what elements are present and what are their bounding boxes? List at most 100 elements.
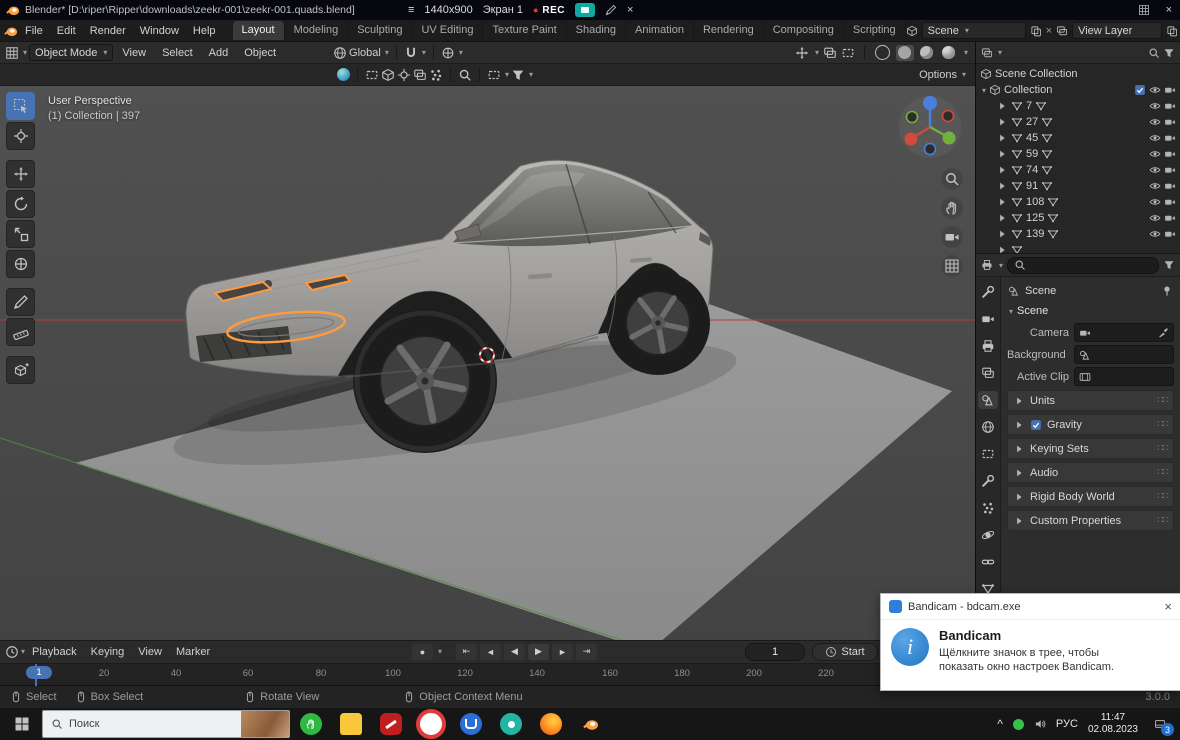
tray-bandicam-icon[interactable] xyxy=(1013,719,1024,730)
tool-move[interactable] xyxy=(6,160,35,188)
xray-toggle-icon[interactable] xyxy=(841,46,855,60)
taskbar-search-input[interactable]: Поиск xyxy=(42,710,290,738)
hide-eye-icon[interactable] xyxy=(1149,228,1161,240)
menu-window[interactable]: Window xyxy=(133,23,186,39)
toggle-d-icon[interactable] xyxy=(413,68,427,82)
hide-eye-icon[interactable] xyxy=(1149,100,1161,112)
tab-particle-properties[interactable] xyxy=(978,499,998,517)
render-camera-icon[interactable] xyxy=(1164,132,1176,144)
add-view-layer-icon[interactable] xyxy=(1166,25,1178,37)
tab-physics-properties[interactable] xyxy=(978,526,998,544)
hide-eye-icon[interactable] xyxy=(1149,180,1161,192)
scene-browse-icon[interactable] xyxy=(906,25,918,37)
show-overlays-icon[interactable] xyxy=(823,46,837,60)
timeline-ruler[interactable]: 20 40 60 80 100 120 140 160 180 200 220 … xyxy=(0,663,975,686)
zoom-icon[interactable] xyxy=(941,168,963,190)
render-camera-icon[interactable] xyxy=(1164,180,1176,192)
taskbar-notepad-icon[interactable] xyxy=(452,708,490,740)
tab-scene-properties[interactable] xyxy=(978,391,998,409)
play-reverse-button[interactable]: ◀ xyxy=(504,644,525,660)
taskbar-whatsapp-icon[interactable] xyxy=(292,708,330,740)
toggle-c-icon[interactable] xyxy=(397,68,411,82)
menu-add[interactable]: Add xyxy=(202,45,236,61)
tab-uv-editing[interactable]: UV Editing xyxy=(412,21,483,40)
jump-to-end-button[interactable]: ⇥ xyxy=(576,644,597,660)
panel-audio[interactable]: Audio ∷∷ xyxy=(1007,462,1174,483)
shading-rendered-icon[interactable] xyxy=(940,45,958,61)
outliner-editor-icon[interactable] xyxy=(981,47,993,59)
taskbar-filezilla-icon[interactable] xyxy=(372,708,410,740)
hide-eye-icon[interactable] xyxy=(1149,116,1161,128)
hide-eye-icon[interactable] xyxy=(1149,84,1161,96)
scene-section-header[interactable]: ▾ Scene xyxy=(1005,301,1176,321)
panel-gravity[interactable]: Gravity ∷∷ xyxy=(1007,414,1174,435)
panel-grip-icon[interactable]: ∷∷ xyxy=(1157,491,1168,502)
disclosure-arrow-icon[interactable] xyxy=(996,116,1008,128)
next-keyframe-button[interactable]: ► xyxy=(552,644,573,660)
render-camera-icon[interactable] xyxy=(1164,228,1176,240)
outliner-item-clipped[interactable] xyxy=(976,242,1180,254)
menu-marker[interactable]: Marker xyxy=(169,644,217,660)
toggle-a-icon[interactable] xyxy=(365,68,379,82)
tab-tool-properties[interactable] xyxy=(978,283,998,301)
scene-collection-row[interactable]: Scene Collection xyxy=(976,66,1180,82)
tool-scale[interactable] xyxy=(6,220,35,248)
filter-icon[interactable] xyxy=(511,68,525,82)
options-dropdown[interactable]: Options xyxy=(919,69,957,81)
tool-transform[interactable] xyxy=(6,250,35,278)
menu-object[interactable]: Object xyxy=(237,45,283,61)
scene-collection-label[interactable]: Scene Collection xyxy=(995,68,1078,80)
menu-render[interactable]: Render xyxy=(83,23,133,39)
tab-render-properties[interactable] xyxy=(978,310,998,328)
game-capture-button[interactable] xyxy=(575,3,595,17)
panel-grip-icon[interactable]: ∷∷ xyxy=(1157,395,1168,406)
properties-search-input[interactable] xyxy=(1007,257,1159,274)
view-layer-selector[interactable]: View Layer xyxy=(1072,22,1162,39)
material-ball-icon[interactable] xyxy=(337,68,350,81)
bandicam-menu-icon[interactable]: ≡ xyxy=(408,4,414,16)
hide-eye-icon[interactable] xyxy=(1149,148,1161,160)
render-camera-icon[interactable] xyxy=(1164,84,1176,96)
hide-eye-icon[interactable] xyxy=(1149,212,1161,224)
disclosure-arrow-icon[interactable] xyxy=(996,196,1008,208)
object-name[interactable]: 125 xyxy=(1026,212,1044,224)
current-frame-field[interactable]: 1 xyxy=(745,643,805,661)
disclosure-arrow-icon[interactable] xyxy=(996,180,1008,192)
object-name[interactable]: 59 xyxy=(1026,148,1038,160)
start-frame-field[interactable]: Start xyxy=(812,643,878,661)
menu-view[interactable]: View xyxy=(115,45,153,61)
panel-rigid-body-world[interactable]: Rigid Body World ∷∷ xyxy=(1007,486,1174,507)
tool-annotate[interactable] xyxy=(6,288,35,316)
outliner-search-icon[interactable] xyxy=(1148,47,1160,59)
notification-center-icon[interactable]: 3 xyxy=(1148,712,1172,736)
taskbar-firefox-icon[interactable] xyxy=(532,708,570,740)
panel-grip-icon[interactable]: ∷∷ xyxy=(1157,419,1168,430)
3d-scene[interactable] xyxy=(0,86,975,640)
panel-grip-icon[interactable]: ∷∷ xyxy=(1157,443,1168,454)
3d-viewport[interactable]: User Perspective (1) Collection | 397 xyxy=(0,86,975,640)
hide-eye-icon[interactable] xyxy=(1149,196,1161,208)
volume-icon[interactable] xyxy=(1034,718,1046,730)
taskbar-obs-icon[interactable] xyxy=(492,708,530,740)
active-clip-field[interactable] xyxy=(1074,367,1174,386)
mode-dropdown[interactable]: Object Mode ▾ xyxy=(29,44,113,61)
render-camera-icon[interactable] xyxy=(1164,212,1176,224)
object-name[interactable]: 27 xyxy=(1026,116,1038,128)
tab-animation[interactable]: Animation xyxy=(626,21,694,40)
tool-select-box[interactable] xyxy=(6,92,35,120)
show-gizmo-icon[interactable] xyxy=(795,46,809,60)
language-indicator[interactable]: РУС xyxy=(1056,718,1078,730)
tray-chevron-icon[interactable]: ^ xyxy=(997,717,1003,731)
tab-modeling[interactable]: Modeling xyxy=(285,21,349,40)
editor-type-icon[interactable] xyxy=(5,46,19,60)
outliner-item[interactable]: 125 xyxy=(976,210,1180,226)
menu-playback[interactable]: Playback xyxy=(25,644,84,660)
tab-object-properties[interactable] xyxy=(978,445,998,463)
collection-row[interactable]: ▾ Collection xyxy=(976,82,1180,98)
search-daily-image[interactable] xyxy=(241,711,289,737)
menu-help[interactable]: Help xyxy=(186,23,223,39)
outliner-item[interactable]: 45 xyxy=(976,130,1180,146)
outliner-filter-icon[interactable] xyxy=(1163,47,1175,59)
tab-sculpting[interactable]: Sculpting xyxy=(348,21,412,40)
properties-editor-icon[interactable] xyxy=(981,259,993,271)
